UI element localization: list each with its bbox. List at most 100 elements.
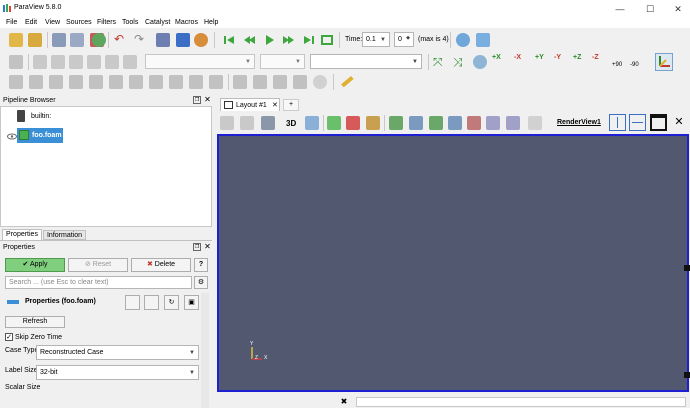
play-icon[interactable] — [262, 33, 276, 49]
extract-level-icon[interactable] — [209, 75, 223, 89]
zoom-closest-icon[interactable] — [476, 33, 490, 47]
zoom-to-data-icon[interactable] — [473, 55, 487, 69]
extract-subset-icon[interactable] — [109, 75, 123, 89]
disconnect-icon[interactable] — [70, 33, 84, 47]
zoom-to-data-icon[interactable] — [456, 33, 470, 47]
tab-properties[interactable]: Properties — [2, 229, 42, 240]
glyph-icon[interactable] — [129, 75, 143, 89]
stream-tracer-icon[interactable] — [149, 75, 163, 89]
plot-over-line-icon[interactable] — [233, 75, 247, 89]
skip-zero-time-checkbox[interactable]: ✓ — [5, 333, 13, 341]
select-points-frustum-icon[interactable] — [448, 116, 462, 130]
camera-redo-icon[interactable] — [176, 33, 190, 47]
select-cells-on-icon[interactable] — [389, 116, 403, 130]
component-combo[interactable]: ▼ — [260, 54, 305, 69]
open-file-icon[interactable] — [9, 33, 23, 47]
reset-button[interactable]: ⊘ Reset — [68, 258, 128, 272]
undo-icon[interactable]: ↶ — [114, 32, 128, 46]
split-view-icon[interactable] — [313, 75, 327, 89]
time-combo[interactable]: 0.1 ▼ — [362, 32, 390, 47]
select-polygon-icon[interactable] — [467, 116, 481, 130]
select-cells-icon[interactable] — [220, 116, 234, 130]
case-type-select[interactable]: Reconstructed Case ▼ — [36, 345, 199, 360]
ruler-icon[interactable] — [340, 75, 354, 89]
close-panel-icon[interactable]: ✕ — [203, 242, 212, 251]
select-cells-frustum-icon[interactable] — [429, 116, 443, 130]
label-size-select[interactable]: 32-bit ▼ — [36, 365, 199, 380]
refresh-button[interactable]: Refresh — [5, 316, 65, 328]
last-frame-icon[interactable] — [302, 33, 316, 49]
group-datasets-icon[interactable] — [189, 75, 203, 89]
palette-icon[interactable] — [194, 33, 208, 47]
delete-button[interactable]: ✖ Delete — [131, 258, 191, 272]
show-color-legend-icon[interactable] — [33, 55, 47, 69]
collapse-bar-icon[interactable] — [7, 300, 19, 304]
temporal-range-icon[interactable] — [105, 55, 119, 69]
first-frame-icon[interactable] — [222, 33, 236, 49]
edit-color-map-icon[interactable] — [51, 55, 65, 69]
warp-vector-icon[interactable] — [169, 75, 183, 89]
render-view-label[interactable]: RenderView1 — [557, 119, 601, 126]
apply-button[interactable]: ✔ Apply — [5, 258, 65, 272]
color-by-combo[interactable]: ▼ — [145, 54, 255, 69]
calculator-icon[interactable] — [9, 75, 23, 89]
hover-points-icon[interactable] — [528, 116, 542, 130]
tab-layout-1[interactable]: Layout #1 ✕ — [220, 98, 280, 111]
pick-center-icon[interactable] — [366, 116, 380, 130]
menu-help[interactable]: Help — [204, 18, 218, 28]
menu-edit[interactable]: Edit — [25, 18, 37, 28]
undock-icon[interactable]: ❐ — [193, 243, 201, 251]
view-minus-z-button[interactable]: -Z — [592, 54, 599, 61]
reset-center-icon[interactable] — [346, 116, 360, 130]
pipeline-item-foo-foam[interactable]: foo.foam — [17, 128, 63, 143]
view-plus-y-button[interactable]: +Y — [535, 54, 544, 61]
view-minus-y-button[interactable]: -Y — [554, 54, 561, 61]
interactive-select-icon[interactable] — [506, 116, 520, 130]
menu-filters[interactable]: Filters — [97, 18, 116, 28]
search-input[interactable]: Search ... (use Esc to clear text) — [5, 276, 192, 289]
view-plus-x-button[interactable]: +X — [492, 54, 501, 61]
tab-information[interactable]: Information — [43, 230, 86, 240]
split-vertical-icon[interactable] — [629, 114, 646, 131]
interactive-zoom-icon[interactable] — [305, 116, 319, 130]
connect-icon[interactable] — [52, 33, 66, 47]
eye-icon[interactable] — [7, 133, 17, 140]
loop-icon[interactable] — [320, 33, 334, 49]
probe-location-icon[interactable] — [273, 75, 287, 89]
clip-icon[interactable] — [49, 75, 63, 89]
render-view[interactable]: Y Z X — [217, 134, 689, 392]
close-button[interactable]: ✕ — [668, 2, 688, 16]
copy-properties-icon[interactable] — [125, 295, 140, 310]
split-horizontal-icon[interactable] — [609, 114, 626, 131]
threshold-icon[interactable] — [89, 75, 103, 89]
open-folder-icon[interactable] — [28, 33, 42, 47]
camera-undo-icon[interactable] — [156, 33, 170, 47]
properties-scrollbar[interactable] — [201, 293, 209, 408]
clear-progress-icon[interactable]: ✖ — [338, 397, 350, 407]
custom-range-icon[interactable] — [87, 55, 101, 69]
save-defaults-icon[interactable]: ▣ — [184, 295, 199, 310]
restore-defaults-icon[interactable]: ↻ — [164, 295, 179, 310]
view-plus-z-button[interactable]: +Z — [573, 54, 581, 61]
rotate-minus-90-button[interactable]: -90 — [630, 62, 639, 68]
representation-combo[interactable]: ▼ — [310, 54, 422, 69]
visible-range-icon[interactable] — [123, 55, 137, 69]
select-points-on-icon[interactable] — [409, 116, 423, 130]
time-step-spinbox[interactable]: 0 ◆ — [394, 32, 414, 47]
menu-tools[interactable]: Tools — [122, 18, 138, 28]
reset-camera-icon[interactable]: ⤧ — [433, 55, 447, 69]
menu-view[interactable]: View — [45, 18, 60, 28]
menu-macros[interactable]: Macros — [175, 18, 198, 28]
slice-icon[interactable] — [69, 75, 83, 89]
menu-file[interactable]: File — [6, 18, 17, 28]
next-frame-icon[interactable] — [282, 33, 296, 49]
color-map-icon[interactable] — [9, 55, 23, 69]
previous-frame-icon[interactable] — [242, 33, 256, 49]
maximize-view-icon[interactable] — [650, 114, 667, 131]
close-panel-icon[interactable]: ✕ — [203, 95, 212, 104]
menu-sources[interactable]: Sources — [66, 18, 92, 28]
contour-icon[interactable] — [29, 75, 43, 89]
minimize-button[interactable]: — — [610, 2, 630, 16]
toggle-3d-button[interactable]: 3D — [286, 119, 296, 128]
orientation-axes-toggle[interactable] — [655, 53, 673, 71]
